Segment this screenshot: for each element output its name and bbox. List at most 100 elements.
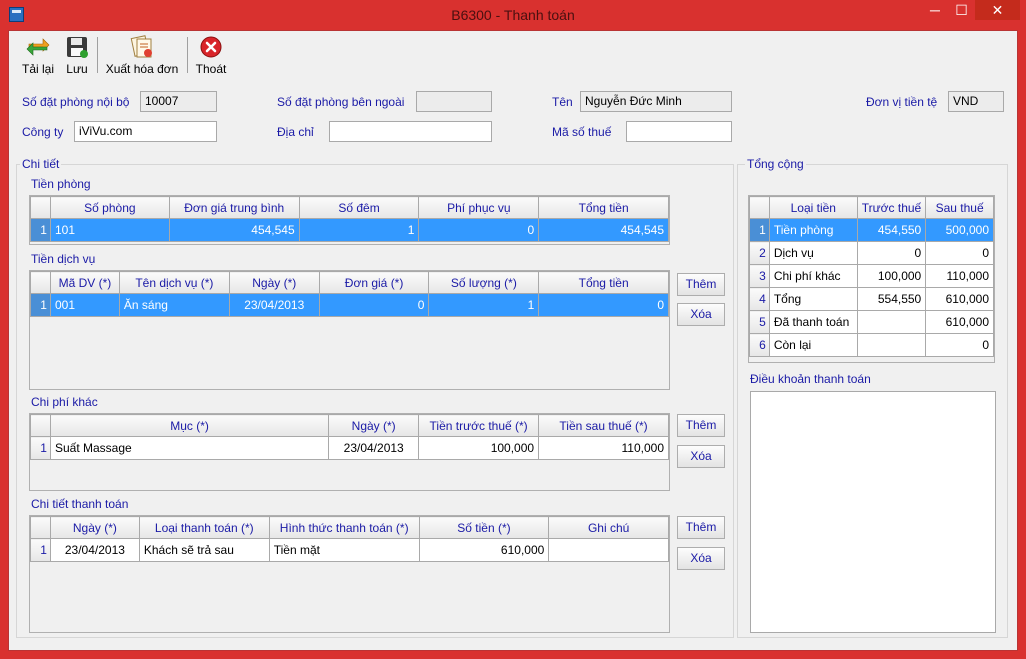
type-cell[interactable]: Chi phí khác — [768, 264, 858, 288]
type-cell[interactable]: Tiền phòng — [768, 218, 858, 242]
row-index[interactable]: 1 — [30, 436, 51, 460]
export-invoice-button[interactable]: Xuất hóa đơn — [102, 33, 182, 76]
column-header[interactable]: Ngày (*) — [228, 271, 320, 294]
date-cell[interactable]: 23/04/2013 — [328, 436, 420, 460]
table-row[interactable]: 1 Suất Massage 23/04/2013 100,000 110,00… — [30, 436, 669, 460]
row-index[interactable]: 1 — [30, 218, 51, 242]
row-index[interactable]: 2 — [749, 241, 770, 265]
save-button[interactable]: Lưu — [62, 33, 92, 76]
service-price-cell[interactable]: 0 — [318, 293, 430, 317]
type-cell[interactable]: Dịch vụ — [768, 241, 858, 265]
service-name-cell[interactable]: Ăn sáng — [118, 293, 230, 317]
external-booking-field[interactable] — [416, 91, 492, 112]
column-header[interactable]: Số tiền (*) — [418, 516, 550, 539]
currency-field[interactable]: VND — [948, 91, 1004, 112]
tax-code-field[interactable] — [626, 121, 732, 142]
column-header[interactable]: Ngày (*) — [328, 414, 420, 437]
column-header[interactable]: Tổng tiền — [538, 271, 669, 294]
row-index[interactable]: 3 — [749, 264, 770, 288]
room-number-cell[interactable]: 101 — [49, 218, 170, 242]
table-row[interactable]: 5 Đã thanh toán 610,000 — [749, 310, 994, 334]
name-field[interactable]: Nguyễn Đức Minh — [580, 91, 732, 112]
minimize-button[interactable]: ─ — [922, 0, 948, 20]
address-field[interactable] — [329, 121, 492, 142]
type-cell[interactable]: Tổng — [768, 287, 858, 311]
column-header[interactable]: Số đêm — [298, 196, 420, 219]
column-header[interactable]: Đơn giá trung bình — [168, 196, 300, 219]
payment-terms-field[interactable] — [750, 391, 996, 633]
post-tax-cell[interactable]: 110,000 — [538, 436, 669, 460]
post-tax-cell[interactable]: 610,000 — [925, 310, 994, 334]
table-row[interactable]: 1 23/04/2013 Khách sẽ trả sau Tiền mặt 6… — [30, 538, 669, 562]
type-cell[interactable]: Còn lại — [768, 333, 858, 357]
post-tax-cell[interactable]: 500,000 — [925, 218, 994, 242]
service-code-cell[interactable]: 001 — [49, 293, 120, 317]
column-header[interactable]: Số lượng (*) — [428, 271, 540, 294]
table-row[interactable]: 3 Chi phí khác 100,000 110,000 — [749, 264, 994, 288]
service-date-cell[interactable]: 23/04/2013 — [228, 293, 320, 317]
column-header[interactable]: Số phòng — [49, 196, 170, 219]
row-index[interactable]: 1 — [749, 218, 770, 242]
column-header[interactable]: Mục (*) — [49, 414, 330, 437]
close-button[interactable]: ✕ — [975, 0, 1020, 20]
column-header[interactable]: Mã DV (*) — [49, 271, 120, 294]
payment-delete-button[interactable]: Xóa — [677, 547, 725, 570]
payment-amount-cell[interactable]: 610,000 — [418, 538, 550, 562]
row-index[interactable]: 4 — [749, 287, 770, 311]
service-add-button[interactable]: Thêm — [677, 273, 725, 296]
row-index[interactable]: 1 — [30, 538, 51, 562]
pre-tax-cell[interactable]: 0 — [856, 241, 927, 265]
column-header[interactable]: Tiền trước thuế (*) — [418, 414, 540, 437]
row-index[interactable]: 6 — [749, 333, 770, 357]
column-header[interactable]: Hình thức thanh toán (*) — [268, 516, 420, 539]
total-cell[interactable]: 454,545 — [538, 218, 669, 242]
service-total-cell[interactable]: 0 — [538, 293, 669, 317]
column-header[interactable]: Sau thuế — [925, 196, 994, 219]
column-header[interactable]: Trước thuế — [856, 196, 927, 219]
post-tax-cell[interactable]: 0 — [925, 241, 994, 265]
column-header[interactable]: Ngày (*) — [49, 516, 140, 539]
table-row[interactable]: 1 Tiền phòng 454,550 500,000 — [749, 218, 994, 242]
post-tax-cell[interactable]: 0 — [925, 333, 994, 357]
table-row[interactable]: 4 Tổng 554,550 610,000 — [749, 287, 994, 311]
column-header[interactable]: Tổng tiền — [538, 196, 669, 219]
payment-date-cell[interactable]: 23/04/2013 — [49, 538, 140, 562]
pre-tax-cell[interactable] — [856, 310, 927, 334]
column-header[interactable]: Đơn giá (*) — [318, 271, 430, 294]
column-header[interactable]: Phí phục vụ — [418, 196, 540, 219]
row-index[interactable]: 5 — [749, 310, 770, 334]
maximize-button[interactable]: ☐ — [948, 0, 975, 20]
payment-method-cell[interactable]: Tiền mặt — [268, 538, 420, 562]
pre-tax-cell[interactable]: 100,000 — [856, 264, 927, 288]
service-qty-cell[interactable]: 1 — [428, 293, 540, 317]
table-row[interactable]: 2 Dịch vụ 0 0 — [749, 241, 994, 265]
pre-tax-cell[interactable]: 554,550 — [856, 287, 927, 311]
internal-booking-field[interactable]: 10007 — [140, 91, 217, 112]
column-header[interactable]: Loại tiền — [768, 196, 858, 219]
other-delete-button[interactable]: Xóa — [677, 445, 725, 468]
service-fee-cell[interactable]: 0 — [418, 218, 540, 242]
table-row[interactable]: 1 101 454,545 1 0 454,545 — [30, 218, 669, 242]
post-tax-cell[interactable]: 610,000 — [925, 287, 994, 311]
pre-tax-cell[interactable]: 454,550 — [856, 218, 927, 242]
reload-button[interactable]: Tải lại — [19, 33, 57, 76]
other-add-button[interactable]: Thêm — [677, 414, 725, 437]
post-tax-cell[interactable]: 110,000 — [925, 264, 994, 288]
payment-type-cell[interactable]: Khách sẽ trả sau — [138, 538, 270, 562]
column-header[interactable]: Loại thanh toán (*) — [138, 516, 270, 539]
pre-tax-cell[interactable] — [856, 333, 927, 357]
column-header[interactable]: Ghi chú — [548, 516, 669, 539]
company-field[interactable]: iViVu.com — [74, 121, 217, 142]
column-header[interactable]: Tiền sau thuế (*) — [538, 414, 669, 437]
nights-cell[interactable]: 1 — [298, 218, 420, 242]
table-row[interactable]: 1 001 Ăn sáng 23/04/2013 0 1 0 — [30, 293, 669, 317]
item-cell[interactable]: Suất Massage — [49, 436, 330, 460]
table-row[interactable]: 6 Còn lại 0 — [749, 333, 994, 357]
row-index[interactable]: 1 — [30, 293, 51, 317]
exit-button[interactable]: Thoát — [192, 33, 230, 76]
type-cell[interactable]: Đã thanh toán — [768, 310, 858, 334]
payment-add-button[interactable]: Thêm — [677, 516, 725, 539]
column-header[interactable]: Tên dịch vụ (*) — [118, 271, 230, 294]
pre-tax-cell[interactable]: 100,000 — [418, 436, 540, 460]
service-delete-button[interactable]: Xóa — [677, 303, 725, 326]
